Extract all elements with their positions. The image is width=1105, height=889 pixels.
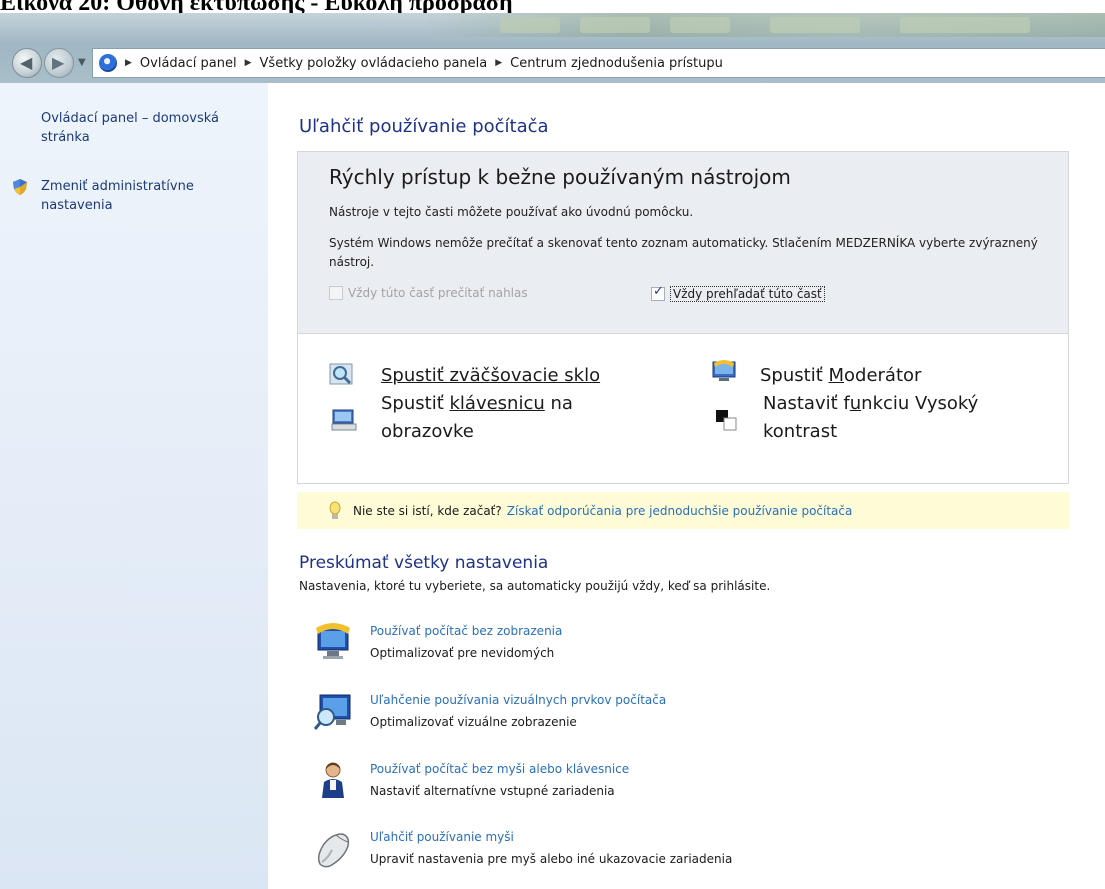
start-magnifier-label: Spustiť zväčšovacie sklo (381, 365, 601, 386)
breadcrumb-label: Ovládací panel (139, 55, 237, 71)
quick-access-panel: Rýchly prístup k bežne používaným nástro… (297, 151, 1069, 484)
explore-settings-heading: Preskúmať všetky nastavenia (299, 553, 549, 573)
scan-section-label: Vždy prehľadať túto časť (670, 286, 825, 302)
keyboard-label-accesskey: klávesnicu (449, 393, 545, 414)
contrast-label-accesskey: u (849, 393, 862, 414)
narrator-label-end: oderátor (844, 365, 922, 386)
setting-link[interactable]: Používať počítač bez zobrazenia (370, 624, 562, 638)
setting-item[interactable]: Uľahčiť používanie myši Upraviť nastaven… (299, 826, 1059, 878)
keyboard-label-start: Spustiť (381, 393, 450, 414)
quick-access-instructions: Systém Windows nemôže prečítať a skenova… (329, 236, 1038, 269)
high-contrast-icon (716, 410, 737, 431)
background-tab (500, 17, 560, 33)
background-tab (580, 17, 650, 33)
control-panel-home-link[interactable]: Ovládací panel – domovská stránka (41, 109, 251, 147)
narrator-label-accesskey: M (828, 365, 845, 386)
read-aloud-checkbox[interactable] (329, 286, 343, 300)
setting-item[interactable]: Používať počítač bez zobrazenia Optimali… (299, 620, 1059, 672)
background-tab (770, 17, 860, 33)
forward-button[interactable]: ▶ (44, 48, 74, 78)
breadcrumb-label: Centrum zjednodušenia prístupu (510, 55, 723, 71)
breadcrumb-item[interactable]: ▶ Ovládací panel (125, 56, 245, 71)
address-bar[interactable]: ▶ Ovládací panel ▶ Všetky položky ovláda… (92, 48, 1105, 78)
quick-access-heading: Rýchly prístup k bežne používaným nástro… (329, 165, 791, 189)
setting-link[interactable]: Uľahčenie používania vizuálnych prvkov p… (370, 693, 666, 707)
back-arrow-icon: ◀ (20, 53, 33, 72)
forward-arrow-icon: ▶ (52, 53, 65, 72)
setting-description: Upraviť nastavenia pre myš alebo iné uka… (370, 852, 733, 866)
breadcrumb-item[interactable]: ▶ Všetky položky ovládacieho panela (245, 56, 496, 71)
explore-settings-description: Nastavenia, ktoré tu vyberiete, sa autom… (299, 579, 771, 593)
alternative-input-person-icon (322, 762, 344, 798)
contrast-label-start: Nastaviť f (763, 393, 850, 414)
scan-section-checkbox[interactable] (651, 284, 665, 301)
breadcrumb-item[interactable]: ▶ Centrum zjednodušenia prístupu (495, 56, 731, 71)
taskbar-strip (420, 13, 1105, 37)
window-chrome: ◀ ▶ ▼ ▶ Ovládací panel ▶ Všetky položky … (0, 13, 1105, 83)
magnifier-icon (329, 363, 353, 385)
screen-reader-monitor-icon (316, 623, 350, 659)
set-high-contrast-link[interactable]: Nastaviť funkciu Vysoký kontrast (763, 390, 1053, 446)
background-tab (670, 17, 730, 33)
visual-display-monitor-icon (314, 694, 351, 730)
background-tab (900, 17, 1030, 33)
on-screen-keyboard-icon (331, 409, 357, 431)
breadcrumb-separator-icon: ▶ (125, 58, 132, 68)
setting-description: Optimalizovať vizuálne zobrazenie (370, 715, 577, 729)
quick-access-intro: Nástroje v tejto časti môžete používať a… (329, 205, 694, 219)
back-button[interactable]: ◀ (12, 48, 42, 78)
hint-text: Nie ste si istí, kde začať? (353, 503, 502, 518)
lightbulb-icon (329, 501, 341, 519)
start-on-screen-keyboard-link[interactable]: Spustiť klávesnicu na obrazovke (381, 390, 641, 446)
mouse-icon (317, 833, 350, 868)
narrator-label-start: Spustiť (760, 365, 829, 386)
setting-item[interactable]: Používať počítač bez myši alebo klávesni… (299, 758, 1059, 810)
setting-link[interactable]: Používať počítač bez myši alebo klávesni… (370, 762, 629, 776)
setting-description: Nastaviť alternatívne vstupné zariadenia (370, 784, 615, 798)
breadcrumb-separator-icon: ▶ (495, 58, 503, 68)
setting-item[interactable]: Uľahčenie používania vizuálnych prvkov p… (299, 689, 1059, 741)
main-content: Uľahčiť používanie počítača Rýchly príst… (268, 83, 1105, 889)
narrator-icon (712, 360, 736, 381)
get-recommendations-link[interactable]: Získať odporúčania pre jednoduchšie použ… (507, 504, 853, 518)
page-title: Uľahčiť používanie počítača (299, 116, 549, 137)
control-panel-icon (99, 54, 117, 72)
start-magnifier-link[interactable]: Spustiť zväčšovacie sklo (381, 362, 600, 390)
change-admin-settings-link[interactable]: Zmeniť administratívne nastavenia (41, 177, 241, 215)
start-narrator-link[interactable]: Spustiť Moderátor (760, 362, 921, 390)
read-aloud-checkbox-row[interactable]: Vždy túto časť prečítať nahlas (329, 286, 528, 300)
quick-access-header: Rýchly prístup k bežne používaným nástro… (298, 152, 1068, 334)
recommendation-hint: Nie ste si istí, kde začať? Získať odpor… (297, 492, 1069, 529)
setting-link[interactable]: Uľahčiť používanie myši (370, 830, 514, 844)
setting-description: Optimalizovať pre nevidomých (370, 646, 555, 660)
recent-pages-dropdown-icon[interactable]: ▼ (78, 57, 86, 68)
read-aloud-label: Vždy túto časť prečítať nahlas (348, 286, 528, 300)
breadcrumb-separator-icon: ▶ (244, 58, 252, 68)
left-navigation-pane: Ovládací panel – domovská stránka Zmeniť… (0, 83, 268, 889)
scan-section-checkbox-row[interactable]: Vždy prehľadať túto časť (651, 284, 825, 302)
uac-shield-icon (13, 179, 27, 195)
breadcrumb-label: Všetky položky ovládacieho panela (259, 55, 488, 71)
